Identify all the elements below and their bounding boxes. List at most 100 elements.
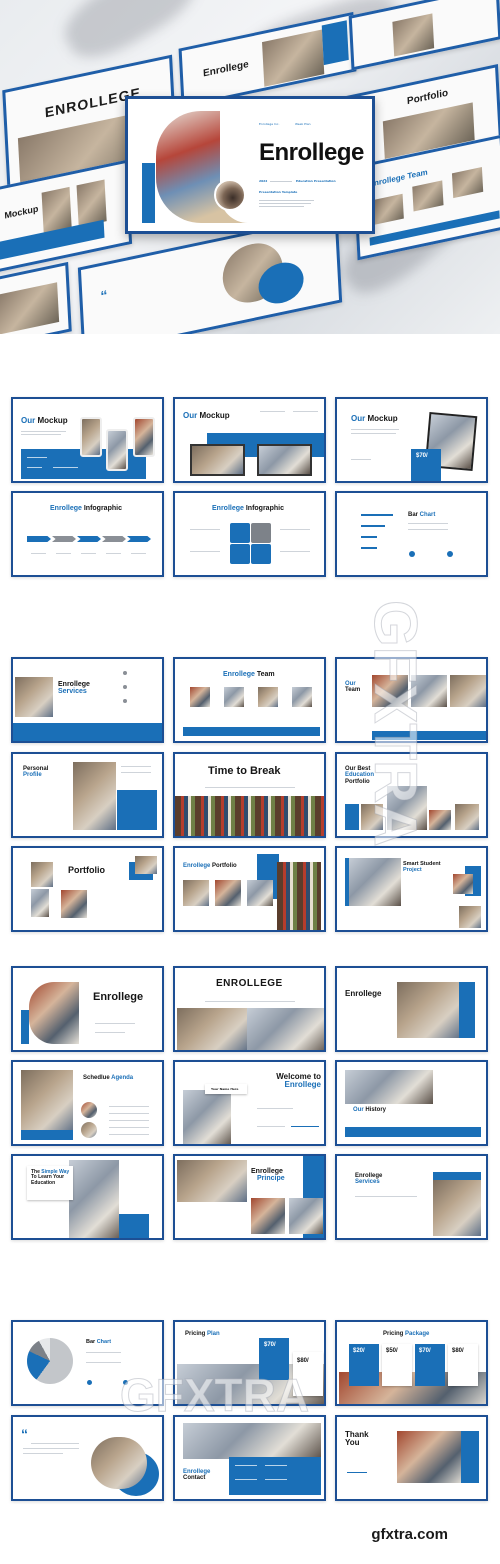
text-line	[81, 553, 96, 554]
history-photo	[345, 1070, 433, 1104]
divider	[205, 1001, 295, 1002]
project-photo	[349, 858, 401, 906]
text-line	[260, 411, 285, 412]
slide-title: Enrollege Team	[223, 671, 275, 678]
title-accent: Chart	[418, 512, 436, 518]
contact-photo	[183, 1423, 321, 1459]
title-accent: Services	[58, 688, 87, 696]
text-line	[190, 551, 220, 552]
accent-tab	[21, 1010, 29, 1044]
slide-title: Smart Student Project	[403, 861, 441, 874]
principe-photo	[177, 1160, 247, 1202]
title-accent: Our	[21, 416, 36, 425]
slide-title: Enrollege Portfolio	[183, 863, 237, 869]
slide-pricing-package: Pricing Package $20/ $50/ $70/ $80/	[335, 1320, 488, 1406]
title-slide-meta-right: Week Plan	[295, 122, 311, 126]
slide-team: Enrollege Team	[173, 657, 326, 743]
text-line	[86, 1352, 121, 1353]
title-accent: Profile	[23, 772, 42, 779]
title-accent: Package	[405, 1331, 430, 1337]
contact-panel	[229, 1457, 321, 1495]
portfolio-photo	[135, 856, 157, 874]
process-arrow	[52, 536, 76, 542]
title-accent: Plan	[207, 1331, 220, 1337]
service-icon	[123, 685, 127, 689]
title-text: Portfolio	[210, 863, 237, 869]
bg-slide-accent	[321, 20, 349, 66]
title-slide-circle-photo	[214, 179, 246, 211]
title-text: Infographic	[81, 505, 122, 512]
text-line	[27, 467, 42, 468]
puzzle-piece	[230, 544, 250, 564]
slide-title: Our History	[353, 1107, 386, 1113]
price-label: $70/	[416, 453, 428, 459]
accent-block	[461, 1431, 479, 1483]
slide-title: Enrollege Services	[355, 1173, 382, 1186]
slide-time-to-break: Time to Break	[173, 752, 326, 838]
title-text: History	[363, 1107, 387, 1113]
text-line	[265, 1465, 287, 1466]
text-line	[347, 1472, 367, 1473]
project-photo	[459, 906, 481, 928]
slide-bar-chart: Bar Chart	[335, 491, 488, 577]
title-text: Thank You	[345, 1430, 369, 1448]
principe-photo	[251, 1198, 285, 1234]
title-text: ENROLLEGE	[216, 978, 283, 989]
title-text: Time to Break	[208, 765, 281, 777]
team-photo	[372, 675, 408, 707]
bullet-icon	[123, 1380, 128, 1385]
cover-photo	[29, 982, 79, 1044]
title-text: Enrollege	[58, 681, 90, 688]
agenda-row	[109, 1120, 149, 1121]
price-label: $70/	[419, 1348, 431, 1354]
title-accent: Our	[351, 414, 366, 423]
title-text: Portfolio	[68, 865, 105, 875]
portfolio-photo	[387, 786, 427, 830]
price-label: $20/	[353, 1348, 365, 1354]
slide-pie-chart: Bar Chart	[11, 1320, 164, 1406]
title-text: Infographic	[243, 505, 284, 512]
bg-slide-speaker	[348, 0, 500, 71]
divider	[205, 787, 295, 788]
quote-photo	[91, 1437, 147, 1489]
agenda-circle-photo	[81, 1122, 97, 1138]
slide-title: Enrollege Services	[58, 681, 90, 696]
service-icon	[123, 699, 127, 703]
title-slide-text-line	[259, 203, 311, 204]
bullet-icon	[409, 551, 415, 557]
text-line	[53, 467, 78, 468]
agenda-row	[109, 1127, 149, 1128]
title-slide-year: 2022	[259, 179, 268, 183]
title-slide-subtitle: Presentation Template	[259, 190, 298, 194]
puzzle-piece	[251, 523, 271, 543]
slide-title: Schedlue Agenda	[83, 1075, 133, 1081]
slide-title: Thank You	[345, 1430, 379, 1448]
title-text: Personal	[23, 766, 49, 772]
slide-title: Portfolio	[68, 865, 105, 875]
text-line	[257, 1108, 293, 1109]
slide-contact: Enrollege Contact	[173, 1415, 326, 1501]
process-arrow	[102, 536, 126, 542]
slide-title: Welcome to Enrollege	[255, 1072, 321, 1090]
slide-photo	[15, 677, 53, 717]
title-text: Pricing	[185, 1331, 206, 1337]
text-line	[121, 766, 151, 767]
slide-title: Personal Profile	[23, 766, 48, 779]
title-text: Bar	[86, 1339, 96, 1345]
hero-mockup: ENROLLEGE Enrollege Portfolio Enrollege …	[0, 0, 500, 334]
cover-photo	[247, 1008, 324, 1050]
accent-block	[117, 790, 157, 830]
slide-title: Pricing Package	[383, 1331, 429, 1337]
title-text: Team	[345, 687, 361, 694]
title-text: To Learn Your Education	[31, 1174, 65, 1186]
accent-band	[21, 1130, 73, 1140]
title-text: Enrollege	[355, 1173, 383, 1179]
portfolio-photo	[361, 804, 383, 830]
title-accent: Services	[355, 1179, 380, 1186]
agenda-row	[109, 1106, 149, 1107]
service-icon	[123, 671, 127, 675]
slide-title: Enrollege Principe	[251, 1168, 285, 1183]
text-line	[235, 1465, 257, 1466]
watermark-site: gfxtra.com	[371, 1526, 448, 1543]
chart-bar	[361, 525, 385, 527]
